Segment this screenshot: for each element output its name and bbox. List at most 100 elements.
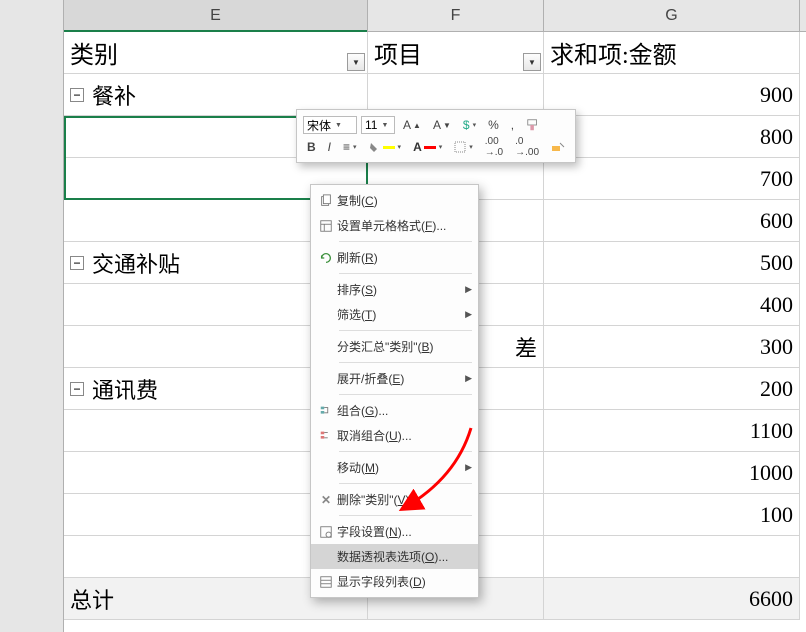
cell-amount[interactable]: 100	[544, 494, 800, 536]
menu-ungroup[interactable]: 取消组合(U)...	[311, 423, 478, 448]
menu-move[interactable]: 移动(M) ▶	[311, 455, 478, 480]
field-list-icon	[315, 575, 337, 589]
menu-subtotal[interactable]: 分类汇总"类别"(B)	[311, 334, 478, 359]
cell-text: 餐补	[92, 79, 136, 111]
category-dropdown-icon[interactable]: ▼	[347, 53, 365, 71]
menu-group[interactable]: 组合(G)...	[311, 398, 478, 423]
collapse-icon[interactable]: −	[70, 382, 84, 396]
cell-amount[interactable]: 500	[544, 242, 800, 284]
menu-show-field-list[interactable]: 显示字段列表(D)	[311, 569, 478, 594]
menu-filter[interactable]: 筛选(T) ▶	[311, 302, 478, 327]
clear-format-icon[interactable]	[547, 139, 569, 155]
cell-amount[interactable]: 700	[544, 158, 800, 200]
percent-format-icon[interactable]: %	[484, 116, 503, 134]
column-header-E[interactable]: E	[64, 0, 368, 31]
cell-amount[interactable]: 900	[544, 74, 800, 116]
decrease-decimal-icon[interactable]: .0→.00	[511, 134, 543, 160]
menu-sort[interactable]: 排序(S) ▶	[311, 277, 478, 302]
menu-field-settings[interactable]: 字段设置(N)...	[311, 519, 478, 544]
menu-separator	[339, 451, 472, 452]
font-color-icon[interactable]: A ▾	[409, 138, 446, 156]
refresh-icon	[315, 251, 337, 265]
cell-amount[interactable]: 600	[544, 200, 800, 242]
bold-icon[interactable]: B	[303, 138, 320, 156]
cell-text: 100	[760, 502, 793, 528]
cell-text: 500	[760, 250, 793, 276]
menu-label: 设置单元格格式(F)...	[337, 217, 472, 234]
collapse-icon[interactable]: −	[70, 88, 84, 102]
cell-amount[interactable]: 1100	[544, 410, 800, 452]
cell-text: 700	[760, 166, 793, 192]
total-amount-cell[interactable]: 6600	[544, 578, 800, 620]
cell-text: 900	[760, 82, 793, 108]
copy-icon	[315, 194, 337, 208]
cell-text: 300	[760, 334, 793, 360]
menu-label: 分类汇总"类别"(B)	[337, 338, 472, 355]
comma-format-icon[interactable]: ,	[507, 116, 518, 134]
border-icon[interactable]: ▾	[450, 139, 477, 155]
cell-text: 200	[760, 376, 793, 402]
menu-label: 取消组合(U)...	[337, 427, 472, 444]
ungroup-icon	[315, 429, 337, 443]
menu-label: 复制(C)	[337, 192, 472, 209]
format-cells-icon	[315, 219, 337, 233]
column-headers: E F G	[64, 0, 806, 32]
cell-text: 交通补贴	[92, 247, 180, 279]
accounting-format-icon[interactable]: $▾	[459, 116, 480, 134]
menu-expand-collapse[interactable]: 展开/折叠(E) ▶	[311, 366, 478, 391]
cell-amount[interactable]: 800	[544, 116, 800, 158]
cell-amount[interactable]	[544, 536, 800, 578]
menu-label: 筛选(T)	[337, 306, 465, 323]
menu-format-cells[interactable]: 设置单元格格式(F)...	[311, 213, 478, 238]
menu-separator	[339, 330, 472, 331]
row-number-gutter	[0, 0, 64, 632]
submenu-arrow-icon: ▶	[465, 284, 472, 295]
menu-label: 数据透视表选项(O)...	[337, 548, 472, 565]
item-dropdown-icon[interactable]: ▼	[523, 53, 541, 71]
header-category-label: 类别	[70, 35, 118, 70]
header-category[interactable]: 类别 ▼	[64, 32, 368, 74]
cell-amount[interactable]: 200	[544, 368, 800, 410]
cell-text: 800	[760, 124, 793, 150]
menu-label: 排序(S)	[337, 281, 465, 298]
menu-label: 字段设置(N)...	[337, 523, 472, 540]
menu-refresh[interactable]: 刷新(R)	[311, 245, 478, 270]
menu-label: 删除"类别"(V)	[337, 491, 472, 508]
menu-pivot-options[interactable]: 数据透视表选项(O)...	[311, 544, 478, 569]
header-item[interactable]: 项目 ▼	[368, 32, 544, 74]
header-sum-amount[interactable]: 求和项:金额	[544, 32, 800, 74]
cell-text: 400	[760, 292, 793, 318]
increase-font-icon[interactable]: A▲	[399, 116, 425, 134]
cell-text: 总计	[70, 583, 114, 615]
cell-text: 6600	[749, 586, 793, 612]
cell-amount[interactable]: 1000	[544, 452, 800, 494]
field-settings-icon	[315, 525, 337, 539]
cell-amount[interactable]: 300	[544, 326, 800, 368]
menu-copy[interactable]: 复制(C)	[311, 188, 478, 213]
header-sum-amount-label: 求和项:金额	[550, 35, 677, 70]
menu-separator	[339, 515, 472, 516]
menu-label: 刷新(R)	[337, 249, 472, 266]
cell-amount[interactable]: 400	[544, 284, 800, 326]
align-icon[interactable]: ≡▾	[339, 138, 361, 156]
menu-separator	[339, 362, 472, 363]
font-size-combo[interactable]: 11▼	[361, 116, 395, 134]
italic-icon[interactable]: I	[324, 138, 335, 156]
collapse-icon[interactable]: −	[70, 256, 84, 270]
font-name-combo[interactable]: 宋体▼	[303, 116, 357, 134]
menu-delete[interactable]: ✕ 删除"类别"(V)	[311, 487, 478, 512]
submenu-arrow-icon: ▶	[465, 309, 472, 320]
delete-icon: ✕	[315, 493, 337, 507]
menu-label: 展开/折叠(E)	[337, 370, 465, 387]
column-header-G[interactable]: G	[544, 0, 800, 31]
decrease-font-icon[interactable]: A▼	[429, 116, 455, 134]
group-icon	[315, 404, 337, 418]
increase-decimal-icon[interactable]: .00→.0	[481, 134, 507, 160]
format-painter-icon[interactable]	[522, 116, 544, 134]
context-menu: 复制(C) 设置单元格格式(F)... 刷新(R) 排序(S) ▶ 筛选(T) …	[310, 184, 479, 598]
fill-color-icon[interactable]: ▾	[365, 139, 406, 155]
submenu-arrow-icon: ▶	[465, 373, 472, 384]
menu-label: 显示字段列表(D)	[337, 573, 472, 590]
menu-separator	[339, 241, 472, 242]
column-header-F[interactable]: F	[368, 0, 544, 31]
